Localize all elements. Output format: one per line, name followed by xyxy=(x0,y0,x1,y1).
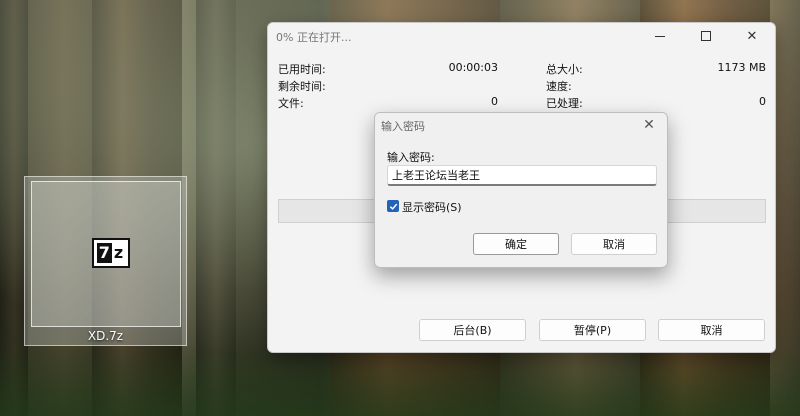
desktop-file-icon[interactable]: 7z XD.7z xyxy=(24,176,187,346)
password-prompt-label: 输入密码: xyxy=(387,151,435,164)
cancel-extraction-button[interactable]: 取消 xyxy=(658,319,765,341)
minimize-icon xyxy=(655,35,665,37)
close-icon: ✕ xyxy=(746,28,758,44)
checkmark-icon xyxy=(389,203,397,210)
maximize-button[interactable] xyxy=(683,23,729,49)
close-icon: ✕ xyxy=(643,117,655,133)
background-button[interactable]: 后台(B) xyxy=(419,319,526,341)
stat-processed-value: 0 xyxy=(759,95,766,108)
7z-archive-icon: 7z xyxy=(92,238,130,268)
forest-ground xyxy=(0,346,800,416)
stat-files-value: 0 xyxy=(491,95,498,108)
pause-button[interactable]: 暂停(P) xyxy=(539,319,646,341)
stat-remaining-label: 剩余时间: xyxy=(278,80,326,93)
ok-button[interactable]: 确定 xyxy=(473,233,559,255)
dialog-cancel-button[interactable]: 取消 xyxy=(571,233,657,255)
stat-speed-label: 速度: xyxy=(546,80,572,93)
dialog-close-button[interactable]: ✕ xyxy=(639,115,659,135)
window-titlebar[interactable]: 0% 正在打开... ✕ xyxy=(268,23,775,49)
close-button[interactable]: ✕ xyxy=(729,23,775,49)
stat-elapsed-value: 00:00:03 xyxy=(448,61,498,74)
dialog-title: 输入密码 xyxy=(381,120,425,133)
minimize-button[interactable] xyxy=(637,23,683,49)
stat-files-label: 文件: xyxy=(278,97,304,110)
password-input[interactable] xyxy=(387,165,657,186)
file-thumbnail: 7z xyxy=(31,181,181,327)
icon-glyph-z: z xyxy=(111,243,126,263)
stat-total-size-label: 总大小: xyxy=(546,63,583,76)
dialog-titlebar[interactable]: 输入密码 ✕ xyxy=(375,113,667,137)
stat-total-size-value: 1173 MB xyxy=(717,61,766,74)
show-password-checkbox[interactable] xyxy=(387,200,399,212)
show-password-label[interactable]: 显示密码(S) xyxy=(402,199,462,215)
maximize-icon xyxy=(701,31,711,41)
window-title: 0% 正在打开... xyxy=(276,31,352,44)
stat-processed-label: 已处理: xyxy=(546,97,583,110)
stat-elapsed-label: 已用时间: xyxy=(278,63,326,76)
password-dialog: 输入密码 ✕ 输入密码: 显示密码(S) 确定 取消 xyxy=(374,112,668,268)
icon-glyph-7: 7 xyxy=(96,243,112,263)
file-name-label: XD.7z xyxy=(87,329,124,343)
